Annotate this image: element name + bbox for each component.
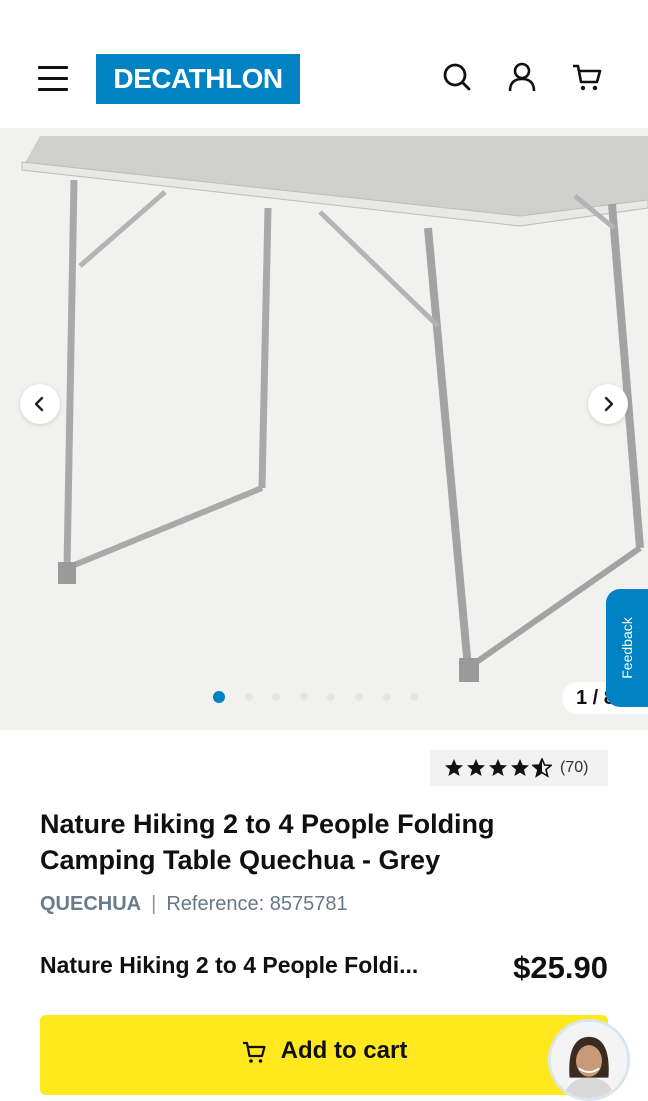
brand-reference-line: QUECHUA | Reference: 8575781: [40, 893, 348, 916]
account-icon[interactable]: [505, 60, 539, 94]
pagination-dot-6[interactable]: [354, 693, 363, 701]
reference-number: Reference: 8575781: [166, 893, 348, 915]
star-half-icon: [532, 758, 552, 778]
cart-icon[interactable]: [570, 60, 604, 94]
product-image-folding-table: [21, 136, 648, 682]
pagination-dot-5[interactable]: [327, 693, 336, 701]
feedback-tab[interactable]: Feedback: [606, 589, 648, 707]
sticky-product-name: Nature Hiking 2 to 4 People Foldi...: [40, 952, 419, 978]
chat-assistant-avatar[interactable]: [548, 1019, 630, 1101]
rating-stars: [444, 758, 552, 778]
add-to-cart-button[interactable]: Add to cart: [40, 1015, 608, 1095]
chevron-right-icon: [604, 396, 614, 412]
separator: |: [151, 893, 157, 915]
gallery-pagination-dots: [213, 691, 438, 703]
search-icon[interactable]: [440, 60, 474, 94]
logo-text: DECATHLON: [113, 63, 283, 94]
pagination-dot-8[interactable]: [410, 693, 419, 701]
site-header: DECATHLON: [0, 0, 648, 128]
star-full-icon: [489, 759, 507, 776]
menu-icon[interactable]: [38, 66, 68, 92]
decathlon-logo[interactable]: DECATHLON: [96, 54, 300, 104]
brand-link[interactable]: QUECHUA: [40, 893, 141, 916]
product-price: $25.90: [513, 950, 608, 985]
gallery-next-button[interactable]: [588, 384, 628, 424]
feedback-label: Feedback: [619, 617, 635, 679]
person-avatar-icon: [551, 1022, 627, 1098]
pagination-dot-2[interactable]: [244, 693, 253, 701]
product-image-gallery[interactable]: 1 / 8 Feedback: [0, 128, 648, 730]
add-to-cart-label: Add to cart: [280, 1037, 408, 1064]
star-full-icon: [511, 759, 529, 776]
cart-icon: [242, 1041, 266, 1063]
pagination-dot-3[interactable]: [272, 693, 281, 701]
star-full-icon: [445, 759, 463, 776]
pagination-dot-7[interactable]: [382, 693, 391, 701]
gallery-prev-button[interactable]: [20, 384, 60, 424]
rating-summary[interactable]: (70): [430, 750, 608, 786]
pagination-dot-4[interactable]: [299, 693, 308, 701]
pagination-dot-1[interactable]: [213, 691, 225, 703]
chevron-left-icon: [34, 396, 44, 412]
rating-count: (70): [560, 759, 589, 776]
star-full-icon: [467, 759, 485, 776]
product-title: Nature Hiking 2 to 4 People Folding Camp…: [40, 809, 495, 875]
